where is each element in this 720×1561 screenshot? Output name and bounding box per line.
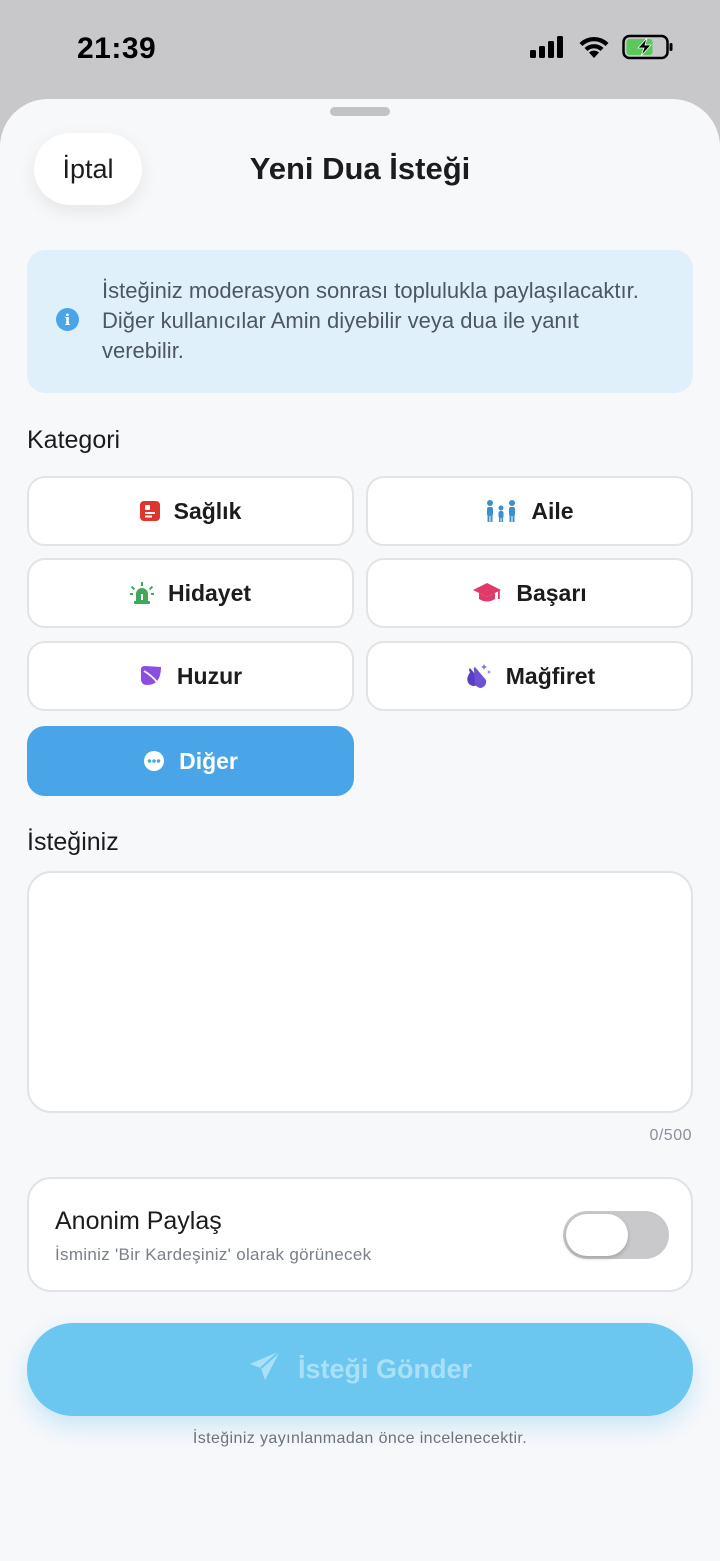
family-icon xyxy=(485,499,517,523)
leaf-icon xyxy=(139,665,163,687)
char-counter: 0/500 xyxy=(649,1127,692,1144)
submit-label: İsteği Gönder xyxy=(297,1354,473,1384)
praying-hands-icon xyxy=(464,662,492,690)
category-peace-button[interactable]: Huzur xyxy=(27,641,354,711)
category-label-text: Hidayet xyxy=(167,579,252,606)
info-text: İsteğiniz moderasyon sonrası toplulukla … xyxy=(102,278,639,363)
toggle-knob xyxy=(566,1214,628,1256)
category-health-button[interactable]: Sağlık xyxy=(27,476,354,546)
health-card-icon xyxy=(139,501,160,521)
category-label-text: Sağlık xyxy=(173,497,242,524)
graduation-cap-icon xyxy=(472,581,502,605)
category-guidance-button[interactable]: Hidayet xyxy=(27,558,354,628)
wifi-icon xyxy=(578,35,610,64)
anonymous-share-card: Anonim Paylaş İsminiz 'Bir Kardeşiniz' o… xyxy=(27,1177,693,1292)
review-footnote: İsteğiniz yayınlanmadan önce incelenecek… xyxy=(192,1430,528,1447)
category-label-text: Başarı xyxy=(516,579,587,606)
status-time: 21:39 xyxy=(77,32,157,65)
send-paper-plane-icon xyxy=(248,1350,282,1389)
category-label-text: Huzur xyxy=(176,662,243,689)
category-success-button[interactable]: Başarı xyxy=(366,558,693,628)
request-label: İsteğiniz xyxy=(27,828,119,856)
category-forgiveness-button[interactable]: Mağfiret xyxy=(366,641,693,711)
signal-icon xyxy=(530,35,566,63)
submit-request-button[interactable]: İsteği Gönder xyxy=(27,1323,693,1416)
info-icon: i xyxy=(56,308,79,331)
category-label: Kategori xyxy=(27,426,121,454)
sheet-grabber[interactable] xyxy=(330,107,390,116)
anonymous-subtitle: İsminiz 'Bir Kardeşiniz' olarak görünece… xyxy=(55,1245,372,1264)
category-label-text: Aile xyxy=(531,497,574,524)
category-other-button[interactable]: Diğer xyxy=(27,726,354,796)
anonymous-title: Anonim Paylaş xyxy=(55,1207,222,1235)
category-label-text: Diğer xyxy=(179,747,238,774)
more-dots-icon xyxy=(143,750,165,772)
status-bar: 21:39 xyxy=(0,0,720,100)
anonymous-toggle[interactable] xyxy=(563,1211,669,1259)
status-icons xyxy=(530,34,674,64)
battery-charging-icon xyxy=(622,34,674,65)
page-title: Yeni Dua İsteği xyxy=(249,151,471,186)
light-beacon-icon xyxy=(129,582,154,604)
request-textarea[interactable] xyxy=(27,871,693,1113)
new-request-sheet: İptal Yeni Dua İsteği i İsteğiniz modera… xyxy=(0,99,720,1561)
category-family-button[interactable]: Aile xyxy=(366,476,693,546)
category-label-text: Mağfiret xyxy=(505,662,596,689)
